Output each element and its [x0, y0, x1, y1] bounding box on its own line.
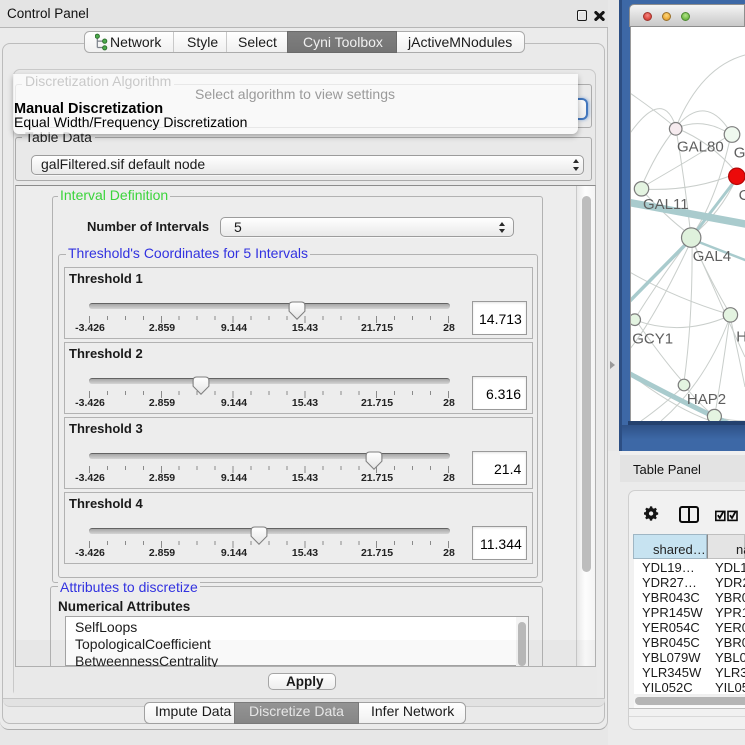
svg-text:G.: G. — [734, 145, 745, 162]
svg-text:GAL80: GAL80 — [677, 139, 724, 156]
svg-text:GAL4: GAL4 — [693, 248, 731, 265]
svg-text:GCY1: GCY1 — [632, 331, 673, 348]
svg-text:C: C — [739, 187, 745, 204]
svg-text:H: H — [736, 329, 745, 346]
svg-text:GAL11: GAL11 — [643, 196, 689, 213]
svg-text:HAP2: HAP2 — [687, 391, 726, 408]
